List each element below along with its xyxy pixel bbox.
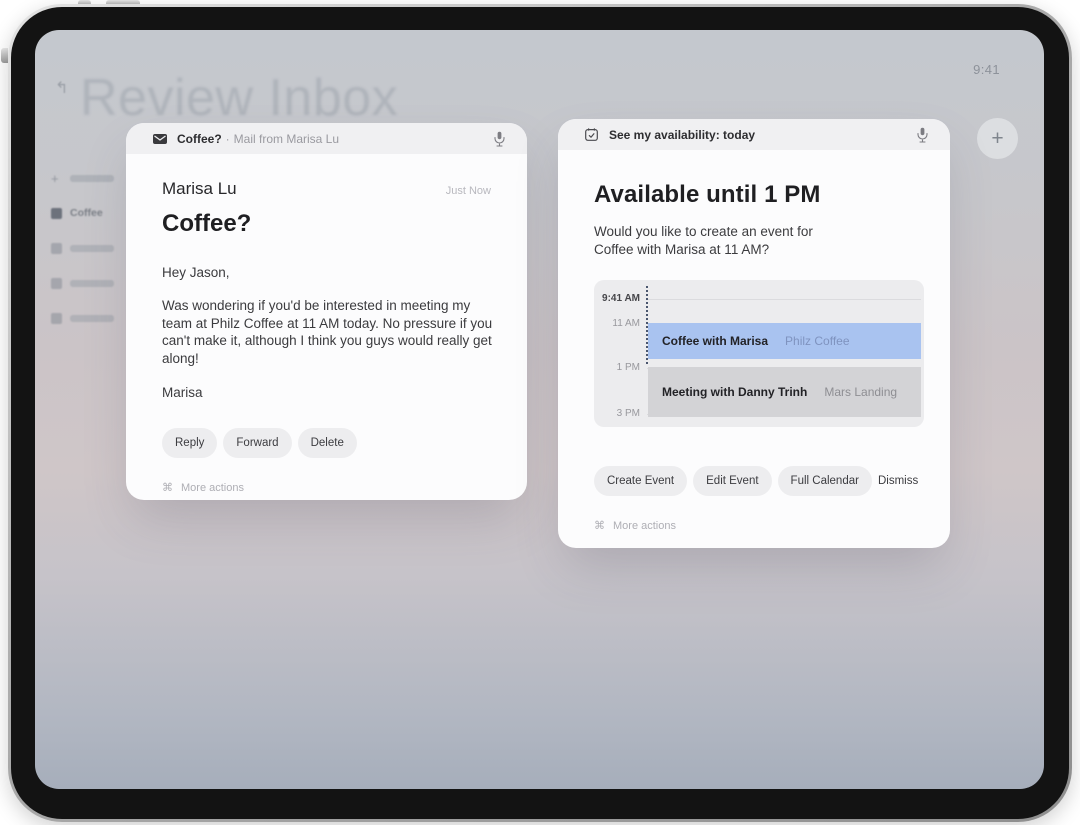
forward-button[interactable]: Forward	[223, 428, 292, 458]
sidebar-row-text-blur	[70, 279, 114, 287]
mail-subject: Coffee?	[162, 210, 252, 237]
sidebar-row-coffee: Coffee	[51, 203, 129, 223]
delete-button[interactable]: Delete	[297, 428, 357, 458]
side-button	[1, 48, 8, 63]
more-actions[interactable]: ⌘ More actions	[594, 519, 914, 533]
mail-signature: Marisa	[162, 385, 203, 400]
event-title: Meeting with Danny Trinh	[662, 385, 808, 399]
calendar-actions: Create Event Edit Event Full Calendar Di…	[594, 466, 918, 496]
time-label: 3 PM	[616, 408, 640, 419]
sidebar-row	[51, 308, 129, 328]
more-actions-label: More actions	[181, 481, 244, 494]
command-icon: ⌘	[594, 520, 605, 532]
availability-question: Would you like to create an event for Co…	[594, 223, 914, 259]
back-arrow-icon: ↰	[55, 80, 69, 97]
add-button[interactable]: +	[977, 118, 1018, 159]
reply-button[interactable]: Reply	[162, 428, 218, 458]
sidebar-row	[51, 273, 129, 293]
timestamp: Just Now	[445, 185, 491, 197]
background-sidebar: + Coffee	[51, 168, 129, 328]
event-location: Philz Coffee	[785, 334, 850, 348]
event-meeting-danny-trinh[interactable]: Meeting with Danny Trinh Mars Landing	[648, 367, 921, 417]
event-title: Coffee with Marisa	[662, 334, 769, 348]
sender-name: Marisa Lu	[162, 179, 237, 198]
mail-greeting: Hey Jason,	[162, 265, 230, 280]
envelope-icon	[152, 133, 167, 144]
calendar-card-header: See my availability: today	[558, 119, 950, 150]
microphone-icon[interactable]	[917, 127, 928, 143]
microphone-icon[interactable]	[494, 131, 505, 147]
day-schedule: 9:41 AM 11 AM 1 PM 3 PM Coffee with Mari…	[594, 280, 924, 427]
mail-header-subtitle: Mail from Marisa Lu	[233, 131, 340, 146]
time-label-now: 9:41 AM	[602, 293, 640, 304]
gridline	[647, 299, 921, 300]
app-icon	[51, 277, 62, 289]
create-event-button[interactable]: Create Event	[594, 466, 688, 496]
background-page-title: Review Inbox	[80, 69, 399, 127]
mail-card-body: Marisa Lu Just Now Coffee? Hey Jason, Wa…	[126, 179, 527, 494]
more-actions-label: More actions	[613, 519, 676, 532]
screen: ↰ Review Inbox + Coffee 9:41 + Coffee? ·…	[35, 30, 1044, 789]
question-line-1: Would you like to create an event for	[594, 224, 813, 239]
event-coffee-with-marisa[interactable]: Coffee with Marisa Philz Coffee	[648, 323, 921, 359]
calendar-check-icon	[584, 128, 599, 141]
event-location: Mars Landing	[824, 385, 898, 399]
mail-body-text: Was wondering if you'd be interested in …	[162, 298, 493, 366]
plus-icon: +	[51, 170, 59, 186]
mail-card-header: Coffee? · Mail from Marisa Lu	[126, 123, 527, 154]
plus-icon: +	[991, 126, 1004, 150]
clock: 9:41	[973, 62, 1000, 77]
mail-card: Coffee? · Mail from Marisa Lu Marisa Lu …	[126, 123, 527, 500]
time-label: 11 AM	[612, 318, 640, 329]
sidebar-row	[51, 238, 129, 258]
availability-title: Available until 1 PM	[594, 181, 821, 208]
sidebar-row-text-blur	[70, 314, 114, 322]
full-calendar-button[interactable]: Full Calendar	[777, 466, 872, 496]
question-line-2: Coffee with Marisa at 11 AM?	[594, 242, 770, 257]
calendar-card: See my availability: today Available unt…	[558, 119, 950, 548]
dismiss-button[interactable]: Dismiss	[878, 475, 918, 487]
time-label: 1 PM	[616, 362, 640, 373]
calendar-header-title: See my availability: today	[609, 127, 756, 142]
edit-event-button[interactable]: Edit Event	[693, 466, 772, 496]
app-icon	[51, 312, 62, 324]
app-icon	[51, 242, 62, 254]
mail-thumb-icon	[51, 207, 62, 219]
sidebar-row-text-blur	[70, 244, 114, 252]
more-actions[interactable]: ⌘ More actions	[162, 481, 491, 495]
sidebar-row-text-blur	[70, 174, 114, 182]
mail-header-title: Coffee?	[177, 131, 222, 146]
command-icon: ⌘	[162, 482, 173, 494]
ipad-device: ↰ Review Inbox + Coffee 9:41 + Coffee? ·…	[0, 0, 1080, 825]
sidebar-row-label: Coffee	[70, 207, 103, 219]
sidebar-row: +	[51, 168, 129, 188]
calendar-card-body: Available until 1 PM Would you like to c…	[558, 181, 950, 532]
mail-actions: Reply Forward Delete	[162, 428, 491, 458]
header-separator: ·	[225, 131, 230, 146]
